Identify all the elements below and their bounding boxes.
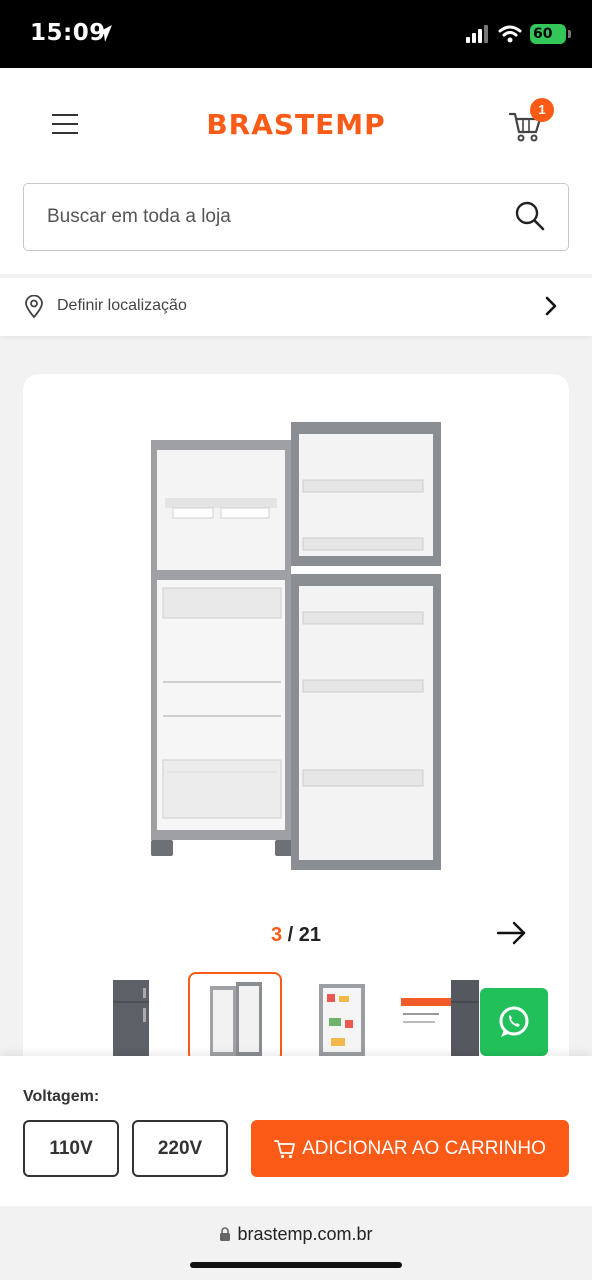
- gallery-separator: /: [282, 924, 299, 946]
- add-to-cart-label: ADICIONAR AO CARRINHO: [302, 1137, 546, 1159]
- product-image-refrigerator-open[interactable]: [143, 420, 443, 870]
- status-indicators: 60: [466, 24, 571, 44]
- location-arrow-icon: [97, 25, 112, 42]
- thumbnail-3[interactable]: [295, 972, 389, 1062]
- voltage-label: Voltagem:: [23, 1088, 100, 1105]
- voltage-option-110v[interactable]: 110V: [23, 1120, 119, 1177]
- search-area: [0, 182, 592, 274]
- search-icon[interactable]: [514, 200, 546, 232]
- brand-logo[interactable]: BRASTEMP: [0, 108, 592, 141]
- battery-indicator: 60: [530, 24, 571, 44]
- url-display: brastemp.com.br: [0, 1224, 592, 1245]
- thumbnail-1[interactable]: [85, 972, 179, 1062]
- browser-url-bar[interactable]: brastemp.com.br: [0, 1206, 592, 1280]
- lock-icon: [220, 1227, 231, 1241]
- signal-icon: [466, 25, 488, 43]
- gallery-pager: 3 / 21: [23, 924, 569, 947]
- map-pin-icon: [25, 295, 43, 319]
- chevron-right-icon: [545, 296, 557, 316]
- gallery-total: 21: [298, 924, 322, 946]
- location-bar[interactable]: Definir localização: [0, 278, 592, 336]
- whatsapp-icon: [499, 1006, 529, 1037]
- site-header: BRASTEMP 1: [0, 68, 592, 182]
- search-box[interactable]: [23, 183, 569, 251]
- cart-icon: [274, 1139, 295, 1158]
- status-bar: 15:09 60: [0, 0, 592, 68]
- voltage-option-220v[interactable]: 220V: [132, 1120, 228, 1177]
- arrow-right-icon[interactable]: [495, 920, 529, 946]
- wifi-icon: [498, 25, 522, 43]
- status-time: 15:09: [30, 20, 106, 46]
- purchase-panel: Voltagem: 110V 220V ADICIONAR AO CARRINH…: [0, 1056, 592, 1206]
- thumbnail-4[interactable]: [395, 972, 489, 1062]
- url-text: brastemp.com.br: [237, 1224, 373, 1244]
- home-indicator: [190, 1262, 402, 1268]
- battery-level: 60: [533, 26, 553, 42]
- search-input[interactable]: [47, 206, 487, 228]
- location-label: Definir localização: [57, 297, 187, 314]
- add-to-cart-button[interactable]: ADICIONAR AO CARRINHO: [251, 1120, 569, 1177]
- battery-tip: [568, 30, 571, 38]
- product-gallery: 3 / 21: [23, 374, 569, 1074]
- gallery-current-index: 3: [270, 924, 283, 946]
- cart-count-badge: 1: [530, 98, 554, 122]
- thumbnail-2[interactable]: [188, 972, 282, 1062]
- whatsapp-button[interactable]: [480, 988, 548, 1056]
